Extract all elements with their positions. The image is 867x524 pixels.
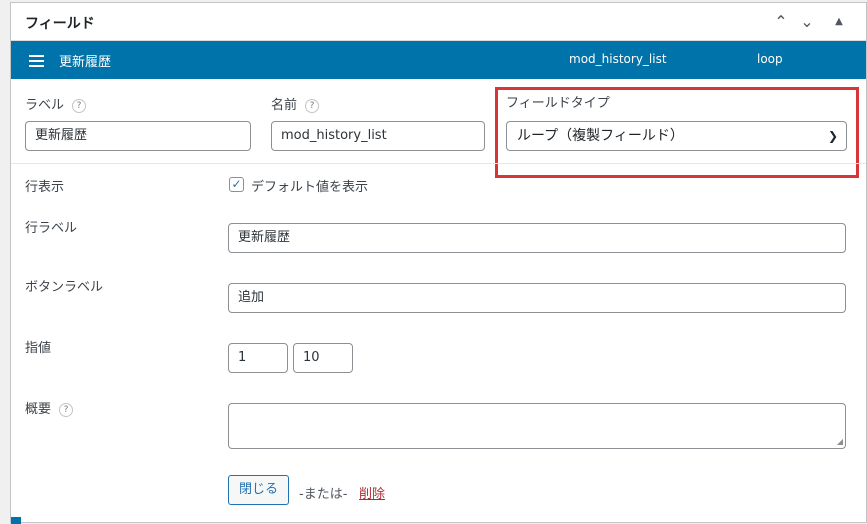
menu-icon[interactable] bbox=[29, 55, 44, 67]
field-panel: フィールド ⌃ ⌄ ▲ 更新履歴 mod_history_list loop ラ… bbox=[10, 2, 867, 524]
field-bar-name: mod_history_list bbox=[569, 52, 667, 66]
row-display-label: 行表示 bbox=[25, 180, 65, 195]
limit-label: 指値 bbox=[25, 341, 52, 356]
or-text: -または- bbox=[299, 487, 348, 502]
close-button[interactable]: 閉じる bbox=[228, 475, 289, 505]
summary-label: 概要? bbox=[25, 398, 74, 417]
button-label-input[interactable]: 追加 bbox=[228, 283, 846, 313]
move-down-icon[interactable]: ⌄ bbox=[797, 11, 817, 33]
default-value-checkbox[interactable]: ✓ bbox=[229, 177, 244, 192]
highlight-box bbox=[495, 87, 859, 178]
label-field-label: ラベル? bbox=[25, 94, 87, 113]
min-input[interactable]: 1 bbox=[228, 343, 288, 373]
divider bbox=[11, 163, 866, 164]
field-bar-type: loop bbox=[757, 52, 783, 66]
resize-handle-icon[interactable]: ◢ bbox=[837, 437, 843, 446]
panel-title: フィールド bbox=[25, 16, 95, 32]
help-icon[interactable]: ? bbox=[305, 98, 320, 113]
max-input[interactable]: 10 bbox=[293, 343, 353, 373]
field-bar[interactable]: 更新履歴 mod_history_list loop bbox=[11, 41, 866, 79]
name-field-label: 名前? bbox=[271, 94, 320, 113]
name-input[interactable]: mod_history_list bbox=[271, 121, 485, 151]
move-up-icon[interactable]: ⌃ bbox=[771, 11, 791, 33]
help-icon[interactable]: ? bbox=[59, 402, 74, 417]
row-label-label: 行ラベル bbox=[25, 221, 78, 236]
delete-link[interactable]: 削除 bbox=[359, 483, 385, 502]
field-bar-title: 更新履歴 bbox=[59, 55, 112, 70]
help-icon[interactable]: ? bbox=[72, 98, 87, 113]
row-label-input[interactable]: 更新履歴 bbox=[228, 223, 846, 253]
label-input[interactable]: 更新履歴 bbox=[25, 121, 251, 151]
collapse-icon[interactable]: ▲ bbox=[829, 11, 849, 33]
summary-textarea[interactable]: ◢ bbox=[228, 403, 846, 449]
button-label-label: ボタンラベル bbox=[25, 280, 104, 295]
default-value-checkbox-label: デフォルト値を表示 bbox=[251, 180, 369, 195]
panel-header: フィールド ⌃ ⌄ ▲ bbox=[11, 3, 866, 41]
